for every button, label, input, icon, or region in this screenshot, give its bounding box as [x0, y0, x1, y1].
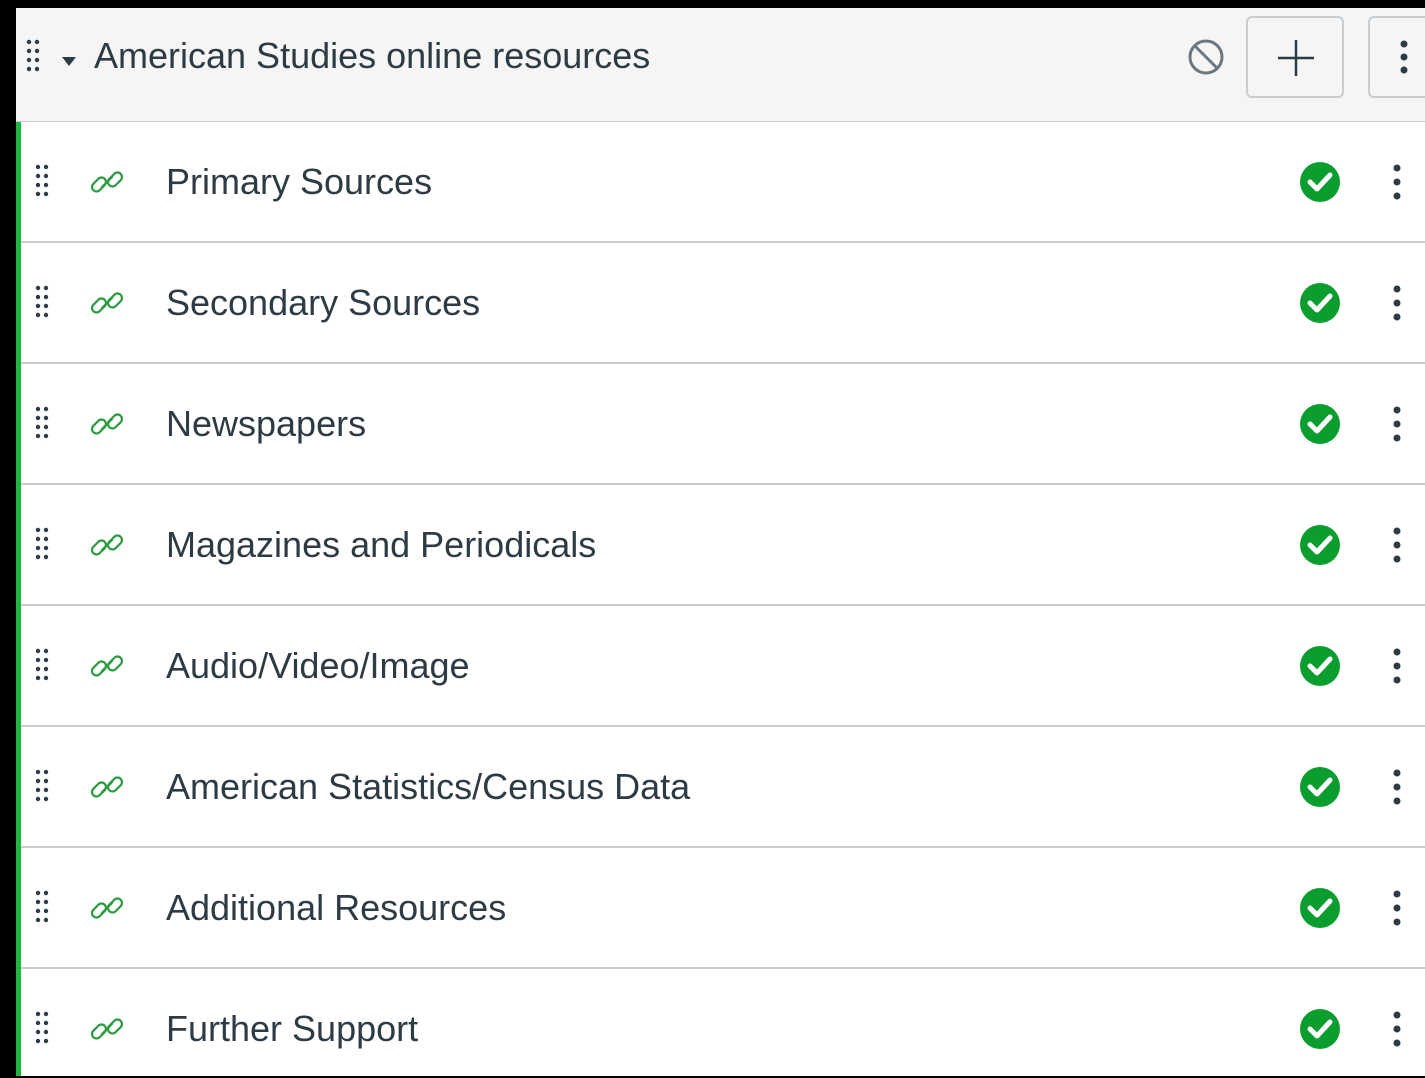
- item-title-link[interactable]: Magazines and Periodicals: [166, 523, 596, 567]
- published-check-icon[interactable]: [1299, 766, 1341, 808]
- drag-handle-icon[interactable]: [35, 1011, 49, 1045]
- kebab-menu-icon[interactable]: [1387, 646, 1407, 686]
- kebab-menu-icon[interactable]: [1387, 283, 1407, 323]
- item-title-link[interactable]: Audio/Video/Image: [166, 644, 470, 688]
- kebab-menu-icon[interactable]: [1387, 1009, 1407, 1049]
- window-frame: American Studies online resources Primar…: [0, 0, 1425, 1078]
- module-options-button[interactable]: [1368, 16, 1425, 98]
- link-icon: [90, 655, 124, 677]
- link-icon: [90, 776, 124, 798]
- drag-handle-icon[interactable]: [26, 39, 40, 73]
- drag-handle-icon[interactable]: [35, 527, 49, 561]
- kebab-menu-icon[interactable]: [1387, 162, 1407, 202]
- drag-handle-icon[interactable]: [35, 406, 49, 440]
- module-title[interactable]: American Studies online resources: [94, 34, 650, 78]
- drag-handle-icon[interactable]: [35, 164, 49, 198]
- drag-handle-icon[interactable]: [35, 769, 49, 803]
- published-check-icon[interactable]: [1299, 403, 1341, 445]
- item-title-link[interactable]: Secondary Sources: [166, 281, 480, 325]
- module-item[interactable]: Audio/Video/Image: [21, 606, 1425, 727]
- link-icon: [90, 1018, 124, 1040]
- published-check-icon[interactable]: [1299, 524, 1341, 566]
- module-item[interactable]: Secondary Sources: [21, 243, 1425, 364]
- link-icon: [90, 413, 124, 435]
- module-item[interactable]: Magazines and Periodicals: [21, 485, 1425, 606]
- link-icon: [90, 292, 124, 314]
- item-title-link[interactable]: Further Support: [166, 1007, 418, 1051]
- link-icon: [90, 171, 124, 193]
- link-icon: [90, 897, 124, 919]
- module-panel: American Studies online resources Primar…: [16, 8, 1425, 1076]
- add-item-button[interactable]: [1246, 16, 1344, 98]
- kebab-menu-icon[interactable]: [1387, 767, 1407, 807]
- module-item[interactable]: Additional Resources: [21, 848, 1425, 969]
- caret-down-icon[interactable]: [62, 57, 76, 66]
- item-title-link[interactable]: Additional Resources: [166, 886, 506, 930]
- kebab-menu-icon[interactable]: [1387, 888, 1407, 928]
- drag-handle-icon[interactable]: [35, 890, 49, 924]
- module-item[interactable]: Further Support: [21, 969, 1425, 1076]
- module-items-list: Primary Sources Secondary Sources Newspa…: [16, 122, 1425, 1076]
- unpublished-icon[interactable]: [1186, 37, 1226, 77]
- kebab-menu-icon: [1400, 40, 1408, 74]
- drag-handle-icon[interactable]: [35, 648, 49, 682]
- module-item[interactable]: Newspapers: [21, 364, 1425, 485]
- module-item[interactable]: American Statistics/Census Data: [21, 727, 1425, 848]
- published-check-icon[interactable]: [1299, 1008, 1341, 1050]
- plus-icon: [1278, 40, 1314, 76]
- link-icon: [90, 534, 124, 556]
- drag-handle-icon[interactable]: [35, 285, 49, 319]
- published-check-icon[interactable]: [1299, 887, 1341, 929]
- module-item[interactable]: Primary Sources: [21, 122, 1425, 243]
- item-title-link[interactable]: Primary Sources: [166, 160, 432, 204]
- kebab-menu-icon[interactable]: [1387, 525, 1407, 565]
- item-title-link[interactable]: American Statistics/Census Data: [166, 765, 690, 809]
- item-title-link[interactable]: Newspapers: [166, 402, 366, 446]
- kebab-menu-icon[interactable]: [1387, 404, 1407, 444]
- published-check-icon[interactable]: [1299, 645, 1341, 687]
- module-header[interactable]: American Studies online resources: [16, 8, 1425, 122]
- published-check-icon[interactable]: [1299, 282, 1341, 324]
- published-check-icon[interactable]: [1299, 161, 1341, 203]
